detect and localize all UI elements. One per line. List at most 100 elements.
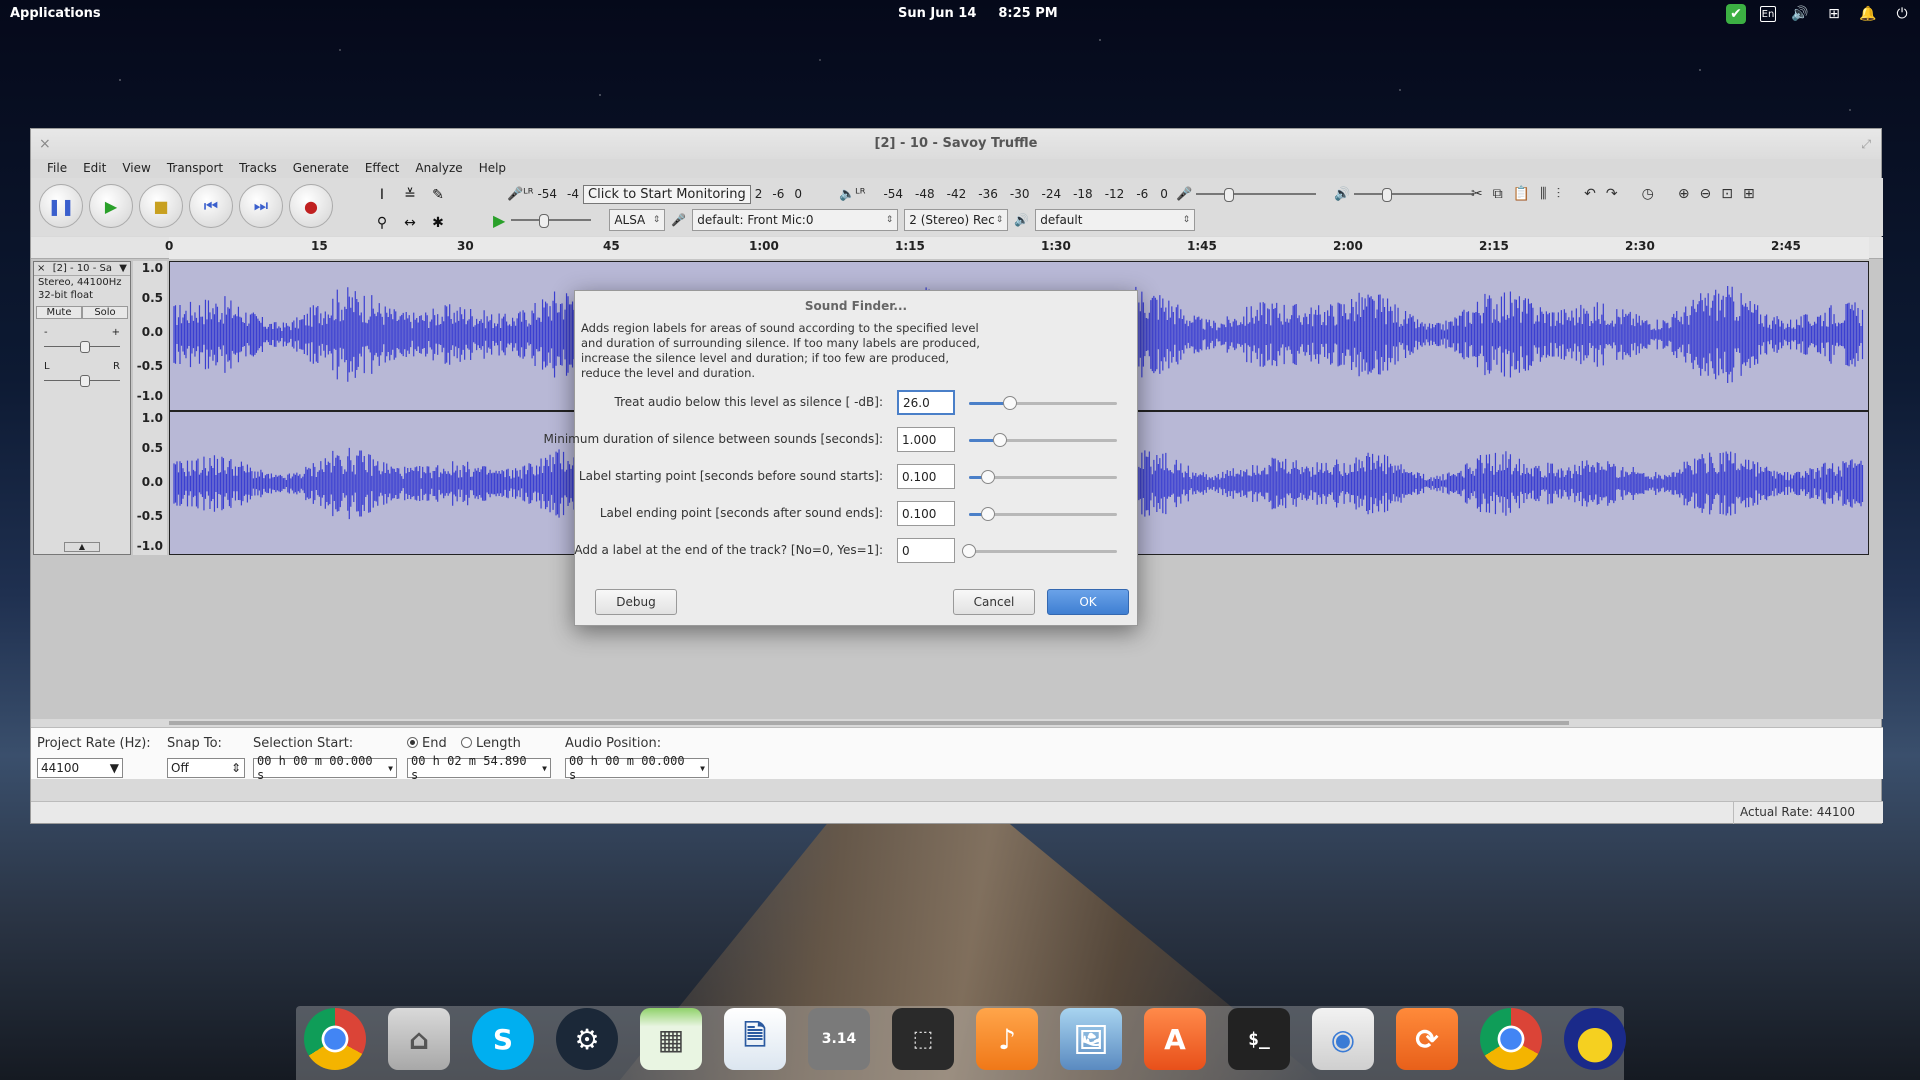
field-slider-track[interactable] bbox=[969, 550, 1117, 553]
start-monitoring-button[interactable]: Click to Start Monitoring bbox=[583, 184, 751, 204]
field-input[interactable] bbox=[897, 390, 955, 415]
record-meter[interactable]: 🎤ᴸᴿ -54 -4 Click to Start Monitoring 2 -… bbox=[507, 182, 802, 206]
sync-lock-icon[interactable]: ◷ bbox=[1642, 186, 1654, 202]
menu-view[interactable]: View bbox=[114, 159, 158, 177]
field-input[interactable] bbox=[897, 427, 955, 452]
menu-analyze[interactable]: Analyze bbox=[407, 159, 470, 177]
project-rate-select[interactable]: 44100 ▼ bbox=[37, 758, 123, 778]
panel-clock[interactable]: Sun Jun 14 8:25 PM bbox=[898, 6, 1058, 21]
gain-slider[interactable] bbox=[44, 341, 120, 353]
sync-icon[interactable]: ⟳ bbox=[1396, 1008, 1458, 1070]
trim-icon[interactable]: ⫼ bbox=[1540, 186, 1546, 202]
record-button[interactable]: ● bbox=[289, 184, 333, 228]
draw-tool-icon[interactable]: ✎ bbox=[425, 182, 451, 208]
volume-icon[interactable]: 🔊 bbox=[1790, 4, 1810, 24]
cut-icon[interactable]: ✂ bbox=[1471, 186, 1483, 202]
music-icon[interactable]: ♪ bbox=[976, 1008, 1038, 1070]
field-slider-knob[interactable] bbox=[993, 433, 1007, 447]
skip-to-start-button[interactable]: ⏮ bbox=[189, 184, 233, 228]
power-icon[interactable]: ⏻ bbox=[1892, 4, 1912, 24]
end-radio[interactable]: End bbox=[407, 736, 447, 751]
stop-button[interactable]: ■ bbox=[139, 184, 183, 228]
pause-button[interactable]: ❚❚ bbox=[39, 184, 83, 228]
network-icon[interactable]: ⊞ bbox=[1824, 4, 1844, 24]
spreadsheet-icon[interactable]: ▦ bbox=[640, 1008, 702, 1070]
silence-icon[interactable]: ⫶ bbox=[1557, 186, 1561, 202]
files-icon[interactable]: ⌂ bbox=[388, 1008, 450, 1070]
solo-button[interactable]: Solo bbox=[82, 306, 128, 319]
ok-button[interactable]: OK bbox=[1047, 589, 1129, 615]
check-icon[interactable]: ✔ bbox=[1726, 4, 1746, 24]
menu-tracks[interactable]: Tracks bbox=[231, 159, 285, 177]
undo-icon[interactable]: ↶ bbox=[1584, 186, 1596, 202]
length-radio[interactable]: Length bbox=[461, 736, 521, 751]
cancel-button[interactable]: Cancel bbox=[953, 589, 1035, 615]
output-device-select[interactable]: default ⇕ bbox=[1035, 209, 1196, 231]
timeline-track[interactable]: 0 15 30 45 1:00 1:15 1:30 1:45 2:00 2:15 2:30 2:45 bbox=[165, 237, 1869, 259]
chrome-icon[interactable] bbox=[304, 1008, 366, 1070]
switchboard-icon[interactable]: ◉ bbox=[1312, 1008, 1374, 1070]
audacity-icon[interactable] bbox=[1564, 1008, 1626, 1070]
menu-edit[interactable]: Edit bbox=[75, 159, 114, 177]
close-icon[interactable]: × bbox=[39, 129, 51, 159]
terminal-icon[interactable]: $_ bbox=[1228, 1008, 1290, 1070]
field-slider-knob[interactable] bbox=[1003, 396, 1017, 410]
paste-icon[interactable]: 📋 bbox=[1513, 186, 1530, 202]
photos-icon[interactable]: 🖼 bbox=[1060, 1008, 1122, 1070]
keyboard-layout-icon[interactable]: En bbox=[1760, 6, 1776, 22]
timeshift-tool-icon[interactable]: ↔ bbox=[397, 210, 423, 236]
steam-icon[interactable]: ⚙ bbox=[556, 1008, 618, 1070]
play-at-speed-icon[interactable]: ▶ bbox=[493, 211, 505, 230]
selection-tool-icon[interactable]: I bbox=[369, 182, 395, 208]
track-name-menu[interactable]: × [2] - 10 - Sa ▼ bbox=[34, 262, 130, 276]
envelope-tool-icon[interactable]: ≚ bbox=[397, 182, 423, 208]
pan-slider[interactable] bbox=[44, 375, 120, 387]
playback-meter[interactable]: 🔈ᴸᴿ -54 -48 -42 -36 -30 -24 -18 -12 -6 0 bbox=[839, 182, 1168, 206]
screenshot-icon[interactable]: ⬚ bbox=[892, 1008, 954, 1070]
skip-to-end-button[interactable]: ⏭ bbox=[239, 184, 283, 228]
zoom-tool-icon[interactable]: ⚲ bbox=[369, 210, 395, 236]
channels-select[interactable]: 2 (Stereo) Rec ⇕ bbox=[904, 209, 1009, 231]
fit-project-icon[interactable]: ⊞ bbox=[1743, 186, 1755, 202]
multi-tool-icon[interactable]: ✱ bbox=[425, 210, 451, 236]
horizontal-scrollbar[interactable] bbox=[169, 721, 1569, 725]
field-input[interactable] bbox=[897, 464, 955, 489]
timeline-ruler[interactable]: 0 15 30 45 1:00 1:15 1:30 1:45 2:00 2:15 2:30 2:45 bbox=[31, 237, 1883, 259]
copy-icon[interactable]: ⧉ bbox=[1493, 186, 1503, 202]
document-viewer-icon[interactable]: 🗎 bbox=[724, 1008, 786, 1070]
field-slider-knob[interactable] bbox=[962, 544, 976, 558]
mute-button[interactable]: Mute bbox=[36, 306, 82, 319]
debug-button[interactable]: Debug bbox=[595, 589, 677, 615]
selection-start-field[interactable]: 00 h 00 m 00.000 s ▼ bbox=[253, 754, 397, 782]
app-store-icon[interactable]: A bbox=[1144, 1008, 1206, 1070]
recording-volume-slider[interactable] bbox=[1196, 188, 1317, 202]
menu-help[interactable]: Help bbox=[471, 159, 514, 177]
audio-position-field[interactable]: 00 h 00 m 00.000 s ▼ bbox=[565, 754, 709, 782]
selection-end-field[interactable]: 00 h 02 m 54.890 s ▼ bbox=[407, 754, 551, 782]
field-input[interactable] bbox=[897, 538, 955, 563]
collapse-track-button[interactable]: ▲ bbox=[64, 542, 100, 552]
play-button[interactable]: ▶ bbox=[89, 184, 133, 228]
input-device-select[interactable]: default: Front Mic:0 ⇕ bbox=[692, 209, 899, 231]
menu-file[interactable]: File bbox=[39, 159, 75, 177]
field-input[interactable] bbox=[897, 501, 955, 526]
menu-transport[interactable]: Transport bbox=[159, 159, 231, 177]
menu-effect[interactable]: Effect bbox=[357, 159, 408, 177]
field-slider-knob[interactable] bbox=[981, 507, 995, 521]
fit-selection-icon[interactable]: ⊡ bbox=[1721, 186, 1733, 202]
calculator-icon[interactable]: 3.14 bbox=[808, 1008, 870, 1070]
audio-host-select[interactable]: ALSA ⇕ bbox=[609, 209, 666, 231]
menu-generate[interactable]: Generate bbox=[285, 159, 357, 177]
snap-to-select[interactable]: Off ⇕ bbox=[167, 758, 245, 778]
window-titlebar[interactable]: × [2] - 10 - Savoy Truffle ⤢ bbox=[31, 129, 1881, 159]
play-at-speed-slider[interactable] bbox=[511, 214, 592, 228]
notifications-icon[interactable]: 🔔 bbox=[1858, 4, 1878, 24]
redo-icon[interactable]: ↷ bbox=[1606, 186, 1618, 202]
playback-volume-slider[interactable] bbox=[1354, 188, 1475, 202]
maximize-icon[interactable]: ⤢ bbox=[1861, 129, 1871, 159]
zoom-in-icon[interactable]: ⊕ bbox=[1678, 186, 1690, 202]
zoom-out-icon[interactable]: ⊖ bbox=[1700, 186, 1712, 202]
chrome-icon[interactable] bbox=[1480, 1008, 1542, 1070]
field-slider-knob[interactable] bbox=[981, 470, 995, 484]
applications-menu[interactable]: Applications bbox=[10, 6, 101, 21]
